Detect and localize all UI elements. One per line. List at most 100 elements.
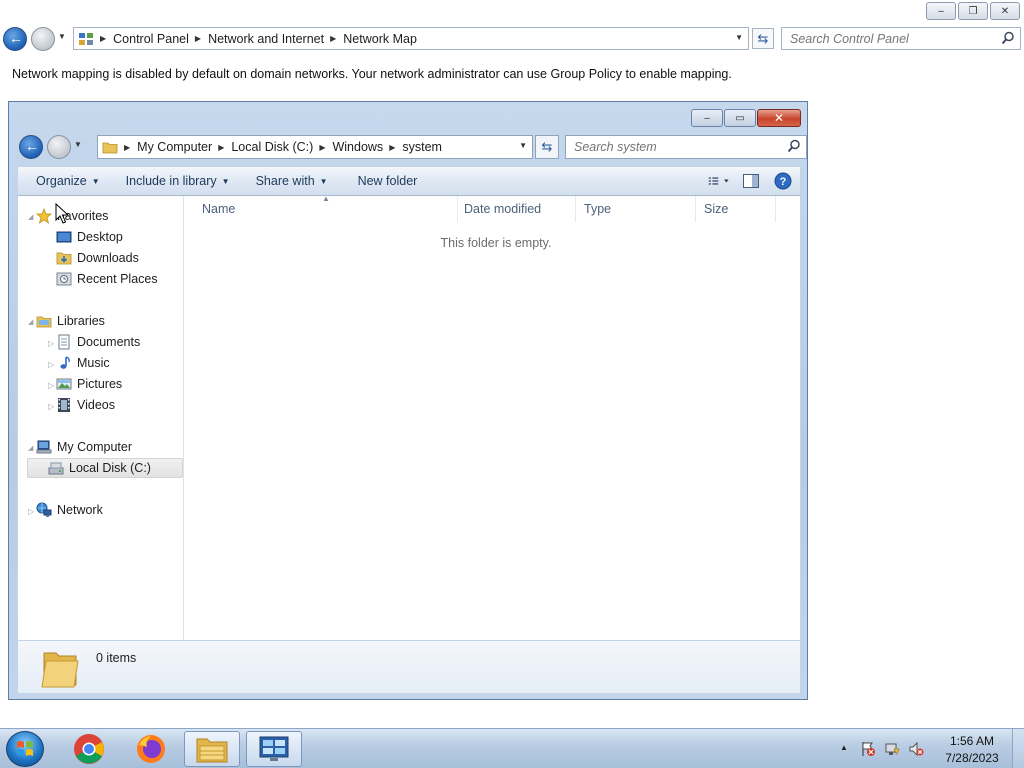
taskbar: ▲ 1:56 AM 7/28/2023: [0, 728, 1024, 768]
outer-search-input[interactable]: [782, 28, 992, 49]
recent-places-icon: [56, 272, 72, 286]
explorer-search-box[interactable]: [565, 135, 807, 159]
outer-back-button[interactable]: ←: [3, 27, 27, 51]
breadcrumb-network-and-internet[interactable]: Network and Internet: [208, 32, 324, 46]
nav-videos-label: Videos: [77, 398, 115, 412]
nav-local-disk-c[interactable]: Local Disk (C:): [27, 458, 183, 478]
explorer-back-button[interactable]: ←: [19, 135, 43, 159]
address-dropdown-icon[interactable]: ▼: [735, 33, 743, 42]
outer-refresh-button[interactable]: ⇆: [752, 28, 774, 49]
desktop-icon: [56, 231, 72, 243]
breadcrumb-windows[interactable]: Windows: [332, 140, 383, 154]
taskbar-chrome[interactable]: [61, 731, 117, 767]
nav-pictures[interactable]: Pictures: [56, 374, 122, 394]
computer-icon: [36, 440, 52, 454]
explorer-command-bar: Organize ▼ Include in library ▼ Share with…: [17, 166, 801, 196]
outer-address-bar[interactable]: ▶ Control Panel ▶ Network and Internet ▶…: [73, 27, 749, 50]
nav-my-computer[interactable]: My Computer: [36, 437, 132, 457]
breadcrumb-local-disk[interactable]: Local Disk (C:): [231, 140, 313, 154]
breadcrumb-network-map[interactable]: Network Map: [343, 32, 417, 46]
nav-libraries[interactable]: Libraries: [36, 311, 105, 331]
expand-arrow-icon[interactable]: ▷: [28, 507, 34, 516]
change-view-button[interactable]: [708, 170, 730, 192]
help-button[interactable]: ?: [772, 170, 794, 192]
column-header-name[interactable]: Name: [195, 196, 458, 222]
preview-pane-button[interactable]: [740, 170, 762, 192]
search-icon[interactable]: [787, 139, 801, 153]
expand-arrow-icon[interactable]: ▷: [48, 360, 54, 369]
nav-favorites[interactable]: Favorites: [36, 206, 108, 226]
column-header-type[interactable]: Type: [577, 196, 696, 222]
outer-restore-button[interactable]: ❐: [958, 2, 988, 20]
outer-minimize-button[interactable]: –: [926, 2, 956, 20]
control-panel-icon: [79, 32, 93, 45]
clock-time[interactable]: 1:56 AM: [942, 734, 1002, 748]
collapse-arrow-icon[interactable]: ◢: [28, 444, 33, 452]
collapse-arrow-icon[interactable]: ◢: [28, 318, 33, 326]
collapse-arrow-icon[interactable]: ◢: [28, 213, 33, 221]
explorer-search-input[interactable]: [566, 136, 776, 158]
explorer-close-button[interactable]: ✕: [757, 109, 801, 127]
explorer-address-bar[interactable]: ▶ My Computer ▶ Local Disk (C:) ▶ Window…: [97, 135, 533, 159]
pictures-icon: [56, 378, 72, 390]
nav-desktop[interactable]: Desktop: [56, 227, 123, 247]
explorer-refresh-button[interactable]: ⇆: [535, 135, 559, 159]
nav-downloads[interactable]: Downloads: [56, 248, 139, 268]
expand-arrow-icon[interactable]: ▷: [48, 339, 54, 348]
taskbar-firefox[interactable]: [123, 731, 179, 767]
breadcrumb-system[interactable]: system: [402, 140, 442, 154]
nav-music[interactable]: Music: [56, 353, 110, 373]
breadcrumb-separator-icon[interactable]: ▶: [218, 143, 224, 152]
show-hidden-icons-button[interactable]: ▲: [840, 743, 848, 752]
network-status-icon[interactable]: [884, 741, 900, 757]
nav-videos[interactable]: Videos: [56, 395, 115, 415]
column-header-size[interactable]: Size: [697, 196, 776, 222]
breadcrumb-separator-icon[interactable]: ▶: [195, 34, 201, 43]
empty-folder-message: This folder is empty.: [440, 236, 552, 250]
nav-network-label: Network: [57, 503, 103, 517]
new-folder-button[interactable]: New folder: [350, 168, 426, 194]
action-center-icon[interactable]: [860, 741, 876, 757]
breadcrumb-separator-icon[interactable]: ▶: [330, 34, 336, 43]
breadcrumb-separator-icon[interactable]: ▶: [124, 143, 130, 152]
address-dropdown-icon[interactable]: ▼: [519, 141, 527, 150]
explorer-recent-pages-dropdown[interactable]: ▼: [74, 140, 82, 149]
explorer-maximize-button[interactable]: ▭: [724, 109, 756, 127]
outer-recent-pages-dropdown[interactable]: ▼: [58, 32, 66, 41]
nav-local-disk-c-label: Local Disk (C:): [69, 461, 151, 475]
organize-button[interactable]: Organize ▼: [28, 168, 108, 194]
explorer-minimize-button[interactable]: –: [691, 109, 723, 127]
breadcrumb-separator-icon[interactable]: ▶: [100, 34, 106, 43]
breadcrumb-separator-icon[interactable]: ▶: [319, 143, 325, 152]
preview-pane-icon: [743, 174, 759, 188]
outer-search-box[interactable]: [781, 27, 1021, 50]
taskbar-explorer[interactable]: [184, 731, 240, 767]
mouse-cursor-icon: [55, 203, 69, 224]
volume-muted-icon[interactable]: [908, 741, 924, 757]
outer-forward-button[interactable]: [31, 27, 55, 51]
nav-network[interactable]: Network: [36, 500, 103, 520]
expand-arrow-icon[interactable]: ▷: [48, 381, 54, 390]
item-count: 0 items: [96, 651, 137, 665]
nav-recent-places[interactable]: Recent Places: [56, 269, 158, 289]
outer-close-button[interactable]: ✕: [990, 2, 1020, 20]
nav-pictures-label: Pictures: [77, 377, 123, 391]
breadcrumb-control-panel[interactable]: Control Panel: [113, 32, 189, 46]
chevron-down-icon: ▼: [319, 176, 328, 186]
expand-arrow-icon[interactable]: ▷: [48, 402, 54, 411]
nav-documents[interactable]: Documents: [56, 332, 140, 352]
clock-date[interactable]: 7/28/2023: [940, 751, 1004, 765]
svg-text:?: ?: [780, 176, 787, 188]
search-icon[interactable]: [1001, 31, 1015, 45]
share-with-button[interactable]: Share with ▼: [248, 168, 336, 194]
view-options-icon: [708, 177, 729, 185]
explorer-forward-button[interactable]: [47, 135, 71, 159]
show-desktop-button[interactable]: [1012, 729, 1024, 768]
start-button[interactable]: [6, 731, 44, 767]
breadcrumb-separator-icon[interactable]: ▶: [389, 143, 395, 152]
breadcrumb-my-computer[interactable]: My Computer: [137, 140, 212, 154]
include-in-library-button[interactable]: Include in library ▼: [118, 168, 238, 194]
column-header-date-modified[interactable]: Date modified: [457, 196, 576, 222]
taskbar-control-panel[interactable]: [246, 731, 302, 767]
libraries-icon: [36, 316, 52, 328]
